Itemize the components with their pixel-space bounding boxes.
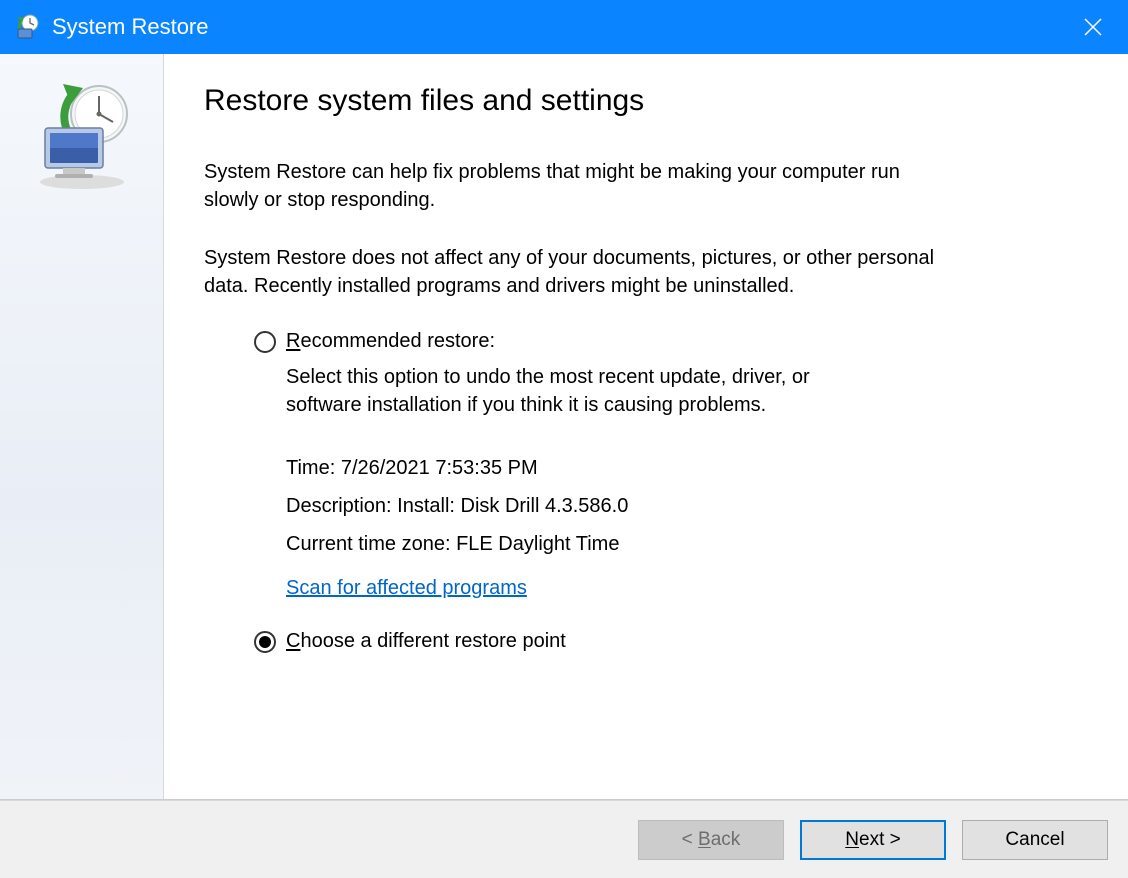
- body: Restore system files and settings System…: [0, 54, 1128, 800]
- close-button[interactable]: [1058, 0, 1128, 54]
- intro-paragraph-1: System Restore can help fix problems tha…: [204, 158, 944, 214]
- radio-choose-label: Choose a different restore point: [286, 630, 566, 653]
- radio-choose-different[interactable]: [254, 631, 276, 653]
- option-recommended: Recommended restore: Select this option …: [254, 330, 1068, 653]
- recommended-desc: Select this option to undo the most rece…: [286, 363, 886, 419]
- window-title: System Restore: [52, 14, 209, 40]
- intro-paragraph-2: System Restore does not affect any of yo…: [204, 244, 944, 300]
- sidebar: [0, 54, 164, 799]
- radio-recommended-row[interactable]: Recommended restore:: [254, 330, 1068, 353]
- detail-description: Description: Install: Disk Drill 4.3.586…: [286, 487, 1068, 525]
- radio-recommended-label: Recommended restore:: [286, 330, 495, 353]
- system-restore-icon: [14, 13, 42, 41]
- next-button[interactable]: Next >: [800, 820, 946, 860]
- titlebar: System Restore: [0, 0, 1128, 54]
- detail-time: Time: 7/26/2021 7:53:35 PM: [286, 449, 1068, 487]
- radio-recommended[interactable]: [254, 331, 276, 353]
- close-icon: [1084, 18, 1102, 36]
- radio-choose-row[interactable]: Choose a different restore point: [254, 630, 1068, 653]
- footer: < Back Next > Cancel: [0, 800, 1128, 878]
- page-heading: Restore system files and settings: [204, 84, 1068, 118]
- cancel-button[interactable]: Cancel: [962, 820, 1108, 860]
- cancel-button-label: Cancel: [1005, 829, 1064, 851]
- restore-point-details: Time: 7/26/2021 7:53:35 PM Description: …: [286, 449, 1068, 563]
- next-button-label: Next >: [845, 829, 900, 851]
- back-button: < Back: [638, 820, 784, 860]
- main-content: Restore system files and settings System…: [164, 54, 1128, 799]
- system-restore-large-icon: [27, 82, 137, 197]
- scan-affected-link[interactable]: Scan for affected programs: [286, 577, 527, 600]
- detail-timezone: Current time zone: FLE Daylight Time: [286, 525, 1068, 563]
- back-button-label: < Back: [682, 829, 741, 851]
